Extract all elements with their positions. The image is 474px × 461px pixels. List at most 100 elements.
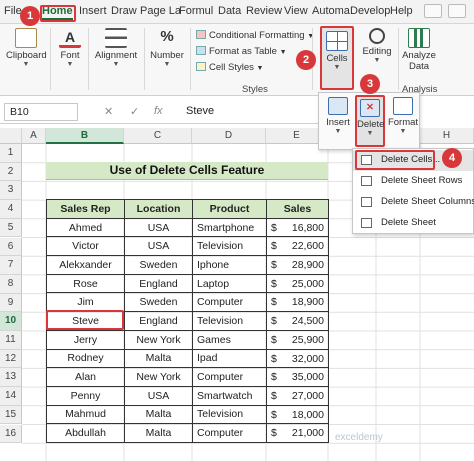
cell-product[interactable]: Games <box>192 329 267 350</box>
enter-icon[interactable]: ✓ <box>130 105 139 118</box>
cell-sales[interactable]: $24,500 <box>266 311 329 331</box>
row-header-10[interactable]: 10 <box>0 312 22 331</box>
cell-sales[interactable]: $18,900 <box>266 292 329 313</box>
delete-cells-button[interactable]: ✕ Delete ▼ <box>355 95 385 147</box>
name-box[interactable]: B10 <box>4 103 78 121</box>
cell-location[interactable]: England <box>124 273 193 294</box>
row-header-6[interactable]: 6 <box>0 237 22 257</box>
cell-product[interactable]: Computer <box>192 423 267 443</box>
row-header-11[interactable]: 11 <box>0 331 22 350</box>
cell-product[interactable]: Computer <box>192 292 267 313</box>
cell-sales[interactable]: $28,900 <box>266 255 329 275</box>
menu-item-delete-sheet[interactable]: Delete Sheet <box>353 213 473 234</box>
cell-sales-rep[interactable]: Alekxander <box>46 255 125 275</box>
column-header-a[interactable]: A <box>22 128 46 144</box>
cell-sales-rep[interactable]: Mahmud <box>46 404 125 425</box>
cell-product[interactable]: Smartphone <box>192 217 267 238</box>
alignment-button[interactable]: Alignment ▼ <box>92 28 140 68</box>
cell-product[interactable]: Television <box>192 311 267 331</box>
formula-content[interactable]: Steve <box>186 105 214 117</box>
cell-location[interactable]: USA <box>124 236 193 257</box>
header-sales[interactable]: Sales <box>266 199 329 219</box>
cell-location[interactable]: USA <box>124 217 193 238</box>
header-sales-rep[interactable]: Sales Rep <box>46 199 125 219</box>
cell-product[interactable]: Television <box>192 236 267 257</box>
tab-help[interactable]: Help <box>390 5 413 17</box>
cell-sales[interactable]: $27,000 <box>266 385 329 406</box>
column-header-c[interactable]: C <box>124 128 192 144</box>
row-header-4[interactable]: 4 <box>0 200 22 219</box>
editing-button[interactable]: Editing ▼ <box>360 28 394 64</box>
tab-draw[interactable]: Draw <box>111 5 137 17</box>
clipboard-button[interactable]: Clipboard ▼ <box>6 28 47 68</box>
cell-sales-rep[interactable]: Victor <box>46 236 125 257</box>
header-location[interactable]: Location <box>124 199 193 219</box>
cell-sales[interactable]: $21,000 <box>266 423 329 443</box>
tab-automate[interactable]: Automa <box>312 5 350 17</box>
row-header-15[interactable]: 15 <box>0 405 22 425</box>
row-header-7[interactable]: 7 <box>0 256 22 275</box>
tab-data[interactable]: Data <box>218 5 241 17</box>
row-header-1[interactable]: 1 <box>0 144 22 163</box>
function-icon[interactable]: fx <box>154 105 163 117</box>
format-as-table-button[interactable]: Format as Table ▼ <box>196 46 287 57</box>
insert-cells-button[interactable]: Insert ▼ <box>323 97 353 135</box>
cell-location[interactable]: Sweden <box>124 255 193 275</box>
row-header-14[interactable]: 14 <box>0 387 22 406</box>
tab-formulas[interactable]: Formul <box>179 5 213 17</box>
cell-sales-rep[interactable]: Penny <box>46 385 125 406</box>
select-all-corner[interactable] <box>0 128 22 144</box>
cell-location[interactable]: Malta <box>124 348 193 369</box>
cells-button[interactable]: Cells ▼ <box>320 26 354 90</box>
cell-sales-rep[interactable]: Alan <box>46 367 125 387</box>
conditional-formatting-button[interactable]: Conditional Formatting ▼ <box>196 30 314 41</box>
column-header-b[interactable]: B <box>46 128 124 144</box>
menu-item-delete-sheet-columns[interactable]: Delete Sheet Columns <box>353 192 474 213</box>
row-header-16[interactable]: 16 <box>0 424 22 444</box>
cell-sales-rep[interactable]: Rodney <box>46 348 125 369</box>
format-cells-button[interactable]: Format ▼ <box>387 97 419 135</box>
row-header-9[interactable]: 9 <box>0 293 22 313</box>
share-icon[interactable] <box>448 4 466 18</box>
number-button[interactable]: % Number ▼ <box>148 28 186 68</box>
cell-sales-rep[interactable]: Abdullah <box>46 423 125 443</box>
cancel-icon[interactable]: ✕ <box>104 105 113 118</box>
cell-sales[interactable]: $22,600 <box>266 236 329 257</box>
comments-icon[interactable] <box>424 4 442 18</box>
cell-product[interactable]: Laptop <box>192 273 267 294</box>
cell-product[interactable]: Smartwatch <box>192 385 267 406</box>
row-header-8[interactable]: 8 <box>0 274 22 294</box>
cell-sales-rep[interactable]: Rose <box>46 273 125 294</box>
row-header-3[interactable]: 3 <box>0 181 22 201</box>
header-product[interactable]: Product <box>192 199 267 219</box>
cell-styles-button[interactable]: Cell Styles ▼ <box>196 62 263 73</box>
cell-location[interactable]: New York <box>124 329 193 350</box>
row-header-2[interactable]: 2 <box>0 162 22 182</box>
cell-location[interactable]: England <box>124 311 193 331</box>
cell-sales[interactable]: $18,000 <box>266 404 329 425</box>
cell-location[interactable]: New York <box>124 367 193 387</box>
cell-sales[interactable]: $16,800 <box>266 217 329 238</box>
row-header-13[interactable]: 13 <box>0 368 22 388</box>
cell-sales[interactable]: $35,000 <box>266 367 329 387</box>
tab-insert[interactable]: Insert <box>79 5 107 17</box>
tab-review[interactable]: Review <box>246 5 282 17</box>
sheet-title[interactable]: Use of Delete Cells Feature <box>46 162 328 180</box>
tab-developer[interactable]: Develop <box>350 5 390 17</box>
tab-page-layout[interactable]: Page La <box>140 5 181 17</box>
font-button[interactable]: A Font ▼ <box>54 28 86 68</box>
cell-product[interactable]: Computer <box>192 367 267 387</box>
cell-sales-rep[interactable]: Jim <box>46 292 125 313</box>
cell-location[interactable]: Malta <box>124 404 193 425</box>
cell-sales-rep[interactable]: Jerry <box>46 329 125 350</box>
cell-location[interactable]: USA <box>124 385 193 406</box>
row-header-5[interactable]: 5 <box>0 218 22 238</box>
cell-product[interactable]: Television <box>192 404 267 425</box>
menu-item-delete-sheet-rows[interactable]: Delete Sheet Rows <box>353 171 473 192</box>
column-header-d[interactable]: D <box>192 128 266 144</box>
selected-cell-b10[interactable] <box>46 310 124 330</box>
cell-sales-rep[interactable]: Ahmed <box>46 217 125 238</box>
cell-sales[interactable]: $32,000 <box>266 348 329 369</box>
analyze-data-button[interactable]: Analyze Data <box>402 28 436 72</box>
tab-view[interactable]: View <box>284 5 308 17</box>
